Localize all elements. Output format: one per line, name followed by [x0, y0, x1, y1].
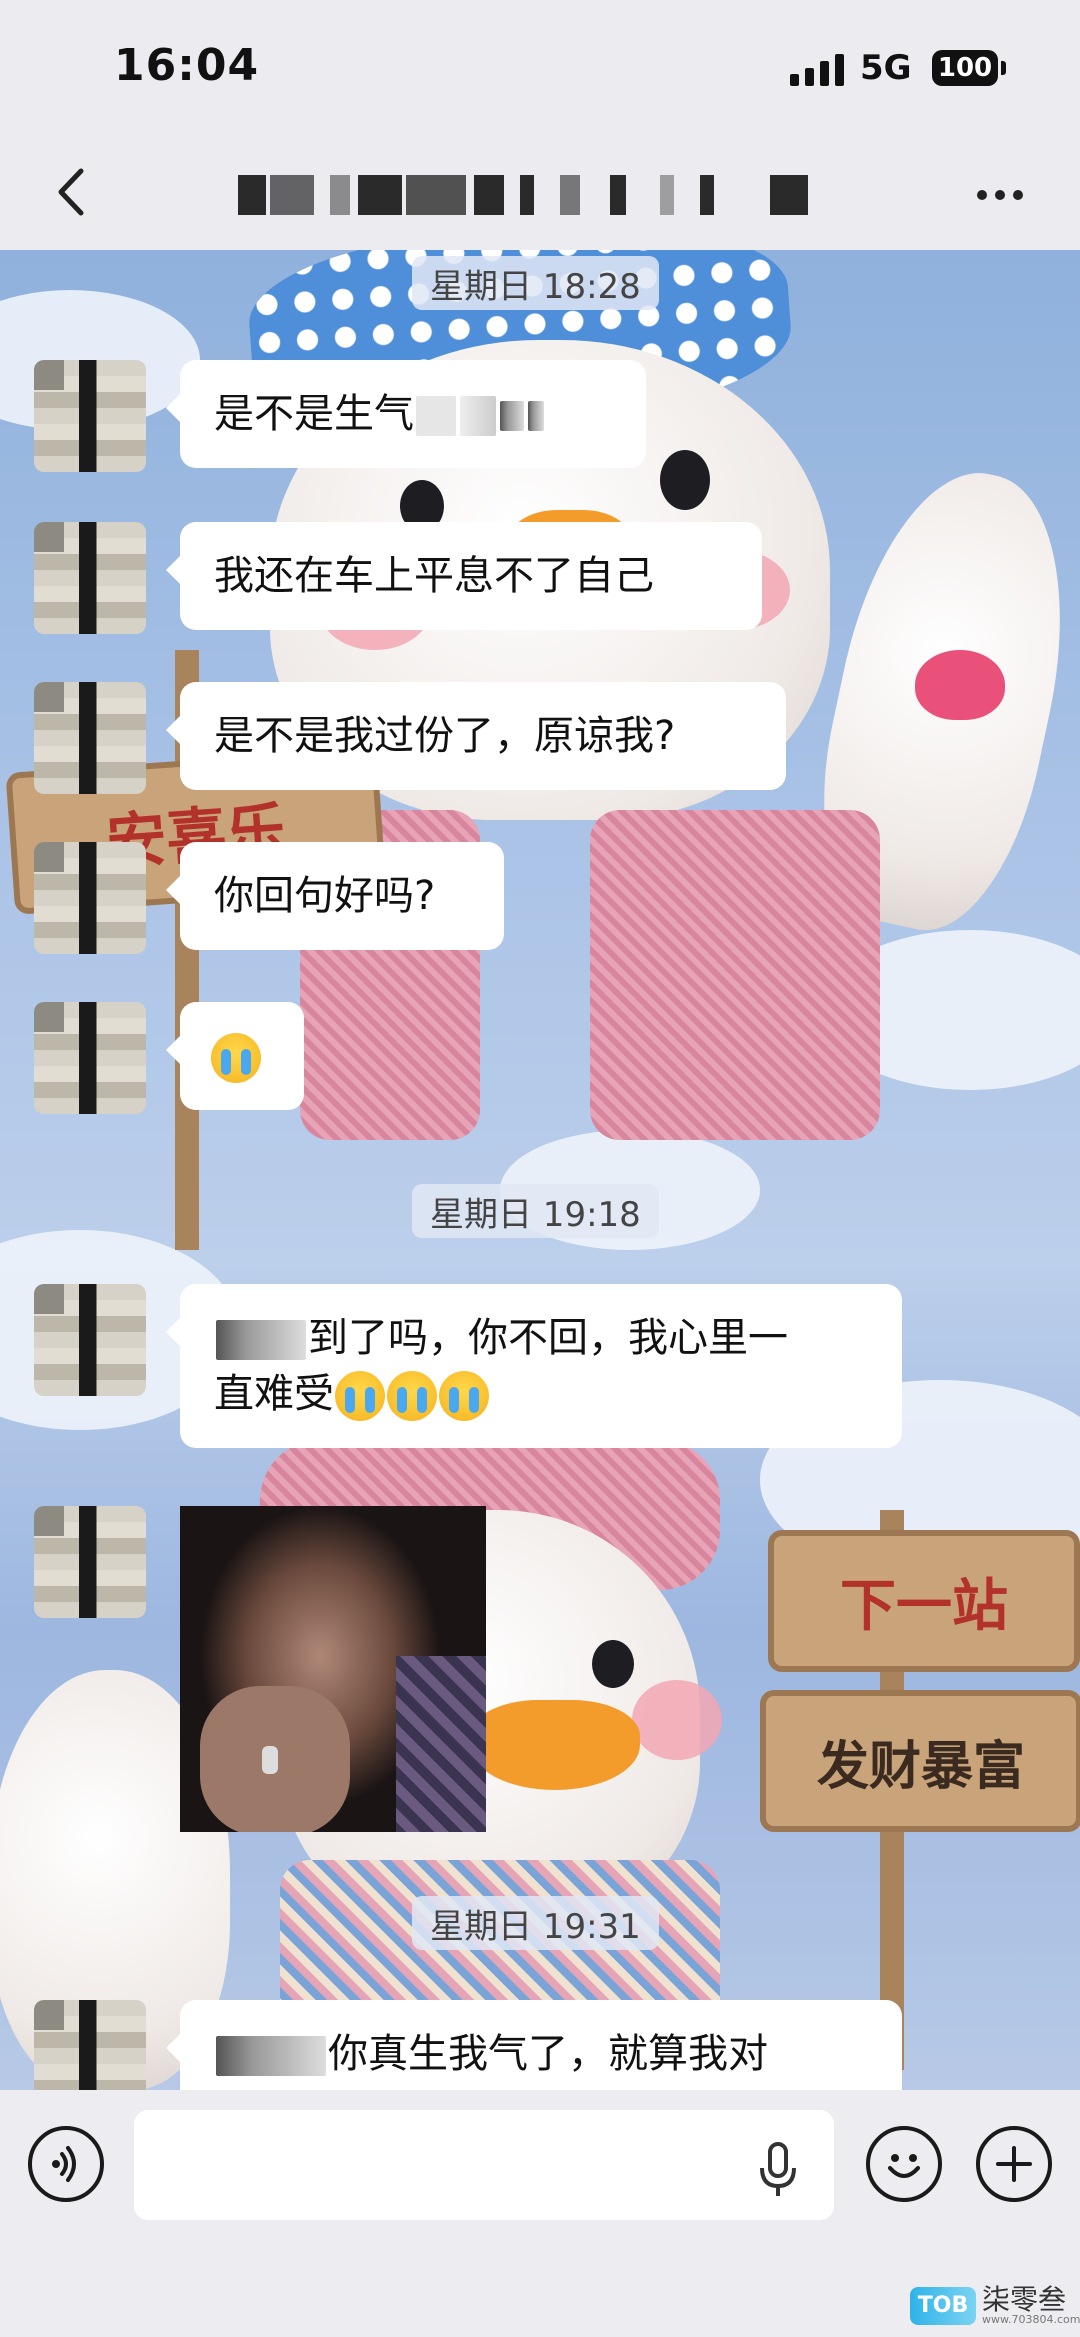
photo-message[interactable]: [180, 1506, 486, 1832]
photo-detail: [262, 1746, 278, 1774]
photo-detail: [396, 1656, 486, 1832]
site-watermark: TOB 柒零叁 www.703804.com: [910, 2286, 1080, 2325]
network-label: 5G: [860, 48, 912, 88]
avatar[interactable]: [34, 2000, 146, 2090]
crying-emoji-icon: [211, 1033, 261, 1083]
redacted-text: [500, 401, 524, 431]
emoji-icon[interactable]: [866, 2126, 942, 2202]
avatar[interactable]: [34, 1284, 146, 1396]
redacted-text: [216, 1320, 306, 1360]
status-time: 16:04: [114, 40, 260, 91]
message-text: 是不是我过份了，原谅我?: [214, 713, 676, 759]
battery-icon: 100: [932, 50, 998, 86]
time-stamp: 星期日 19:31: [412, 1896, 659, 1950]
message-text: 是不是生气: [214, 391, 414, 437]
voice-icon[interactable]: [28, 2126, 104, 2202]
message-bubble[interactable]: 我还在车上平息不了自己: [166, 522, 762, 630]
watermark-name: 柒零叁: [982, 2283, 1067, 2316]
message-bubble[interactable]: [166, 1002, 304, 1110]
chat-header: [0, 140, 1080, 250]
time-stamp: 星期日 18:28: [412, 256, 659, 310]
redacted-text: [460, 396, 496, 436]
mic-icon[interactable]: [752, 2140, 804, 2200]
avatar[interactable]: [34, 1506, 146, 1618]
chevron-left-icon[interactable]: [40, 162, 100, 222]
message-text: 我还在车上平息不了自己: [214, 553, 654, 599]
time-stamp: 星期日 19:18: [412, 1184, 659, 1238]
redacted-text: [528, 401, 544, 431]
message-bubble[interactable]: 到了吗，你不回，我心里一 直难受: [166, 1284, 902, 1448]
crying-emoji-icon: [335, 1371, 385, 1421]
crying-emoji-icon: [387, 1371, 437, 1421]
plus-icon[interactable]: [976, 2126, 1052, 2202]
message-text-line2: 直难受: [214, 1371, 334, 1417]
redacted-text: [216, 2036, 326, 2076]
avatar[interactable]: [34, 1002, 146, 1114]
more-dots-icon[interactable]: [970, 170, 1030, 220]
message-text: 你真生我气了，就算我对: [328, 2031, 768, 2077]
message-bubble[interactable]: 你回句好吗?: [166, 842, 504, 950]
message-bubble[interactable]: 是不是生气: [166, 360, 646, 468]
avatar[interactable]: [34, 360, 146, 472]
signal-icon: [790, 52, 844, 86]
avatar[interactable]: [34, 522, 146, 634]
avatar[interactable]: [34, 682, 146, 794]
watermark-url: www.703804.com: [982, 2313, 1080, 2326]
message-bubble[interactable]: 你真生我气了，就算我对: [166, 2000, 902, 2090]
message-text: 你回句好吗?: [214, 873, 436, 919]
watermark-logo: TOB: [910, 2286, 976, 2325]
avatar[interactable]: [34, 842, 146, 954]
crying-emoji-icon: [439, 1371, 489, 1421]
chat-title-redacted: [230, 175, 850, 215]
message-text-line1: 到了吗，你不回，我心里一: [308, 1315, 788, 1361]
battery-tip: [1001, 61, 1006, 75]
message-list[interactable]: 星期日 18:28 是不是生气 我还在车上平息不了自己 是不是我过份了，原谅我?…: [0, 250, 1080, 2090]
message-input[interactable]: [134, 2110, 834, 2220]
message-bubble[interactable]: 是不是我过份了，原谅我?: [166, 682, 786, 790]
status-bar: 16:04 5G 100: [0, 0, 1080, 140]
redacted-text: [416, 396, 456, 436]
